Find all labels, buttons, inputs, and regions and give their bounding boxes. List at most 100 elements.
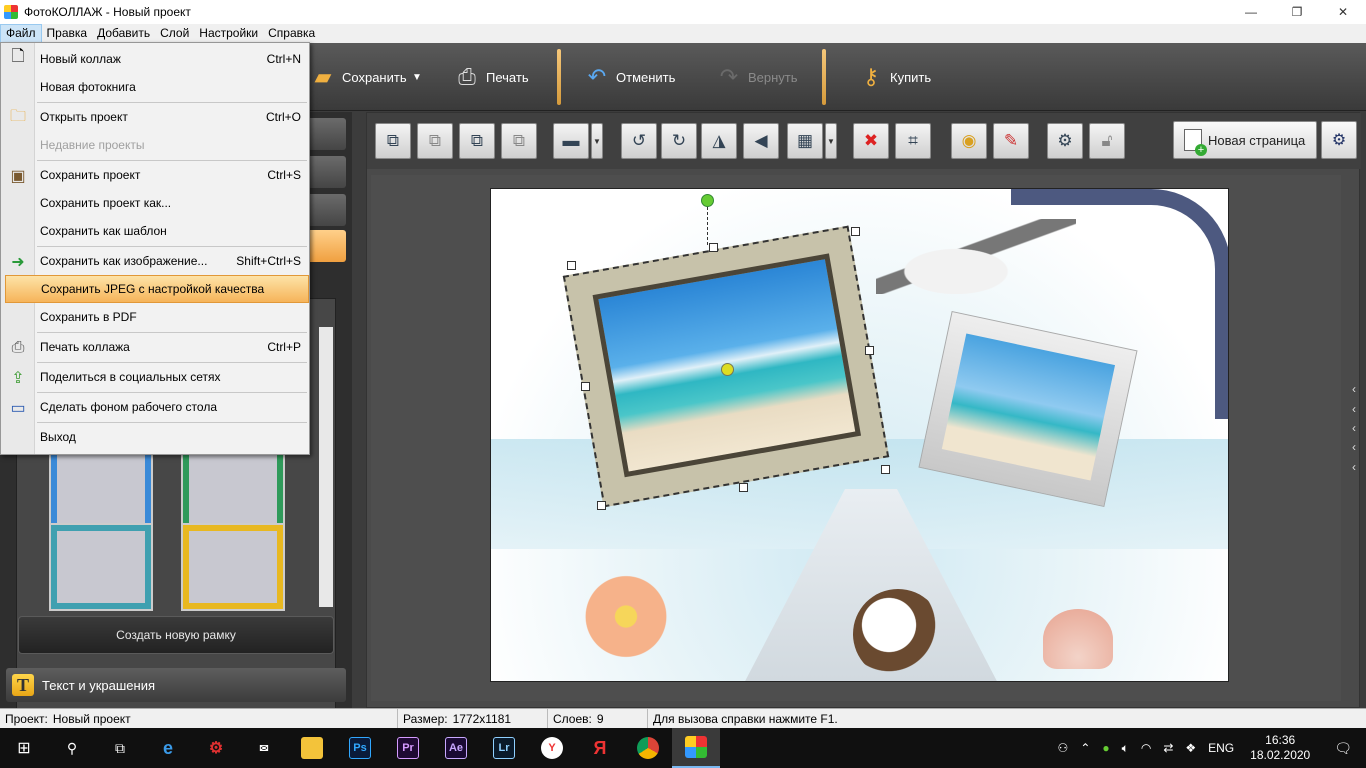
effects-button[interactable]: ◉ [951,123,987,159]
page-settings-button[interactable]: ⚙ [1321,121,1357,159]
menu-layer[interactable]: Слой [155,24,194,43]
chevron-up-icon[interactable]: ⌃ [1074,741,1096,755]
buy-button[interactable]: ⚷ Купить [856,57,931,97]
save-button[interactable]: ▰ Сохранить [308,57,407,97]
taskbar-app[interactable]: ⚙ [192,728,240,768]
maximize-button[interactable]: ❐ [1274,0,1320,24]
menu-add[interactable]: Добавить [92,24,155,43]
resize-handle[interactable] [881,465,890,474]
menu-item-save-as-image[interactable]: Сохранить как изображение... Shift+Ctrl+… [35,247,309,275]
menu-file[interactable]: Файл [0,24,42,43]
search-button[interactable]: ⚲ [48,728,96,768]
taskbar-aftereffects[interactable]: Ae [432,728,480,768]
delete-button[interactable]: ✖ [853,123,889,159]
collapse-arrow-icon[interactable]: ‹ [1352,382,1362,396]
redo-button[interactable]: ↷ Вернуть [714,57,798,97]
undo-button[interactable]: ↶ Отменить [582,57,676,97]
resize-handle[interactable] [597,501,606,510]
taskbar-photoshop[interactable]: Ps [336,728,384,768]
taskbar-fotocollage[interactable] [672,728,720,768]
send-to-back-button[interactable]: ⧉ [501,123,537,159]
dropbox-icon[interactable]: ❖ [1179,741,1202,755]
task-view-button[interactable]: ⧉ [96,728,144,768]
fit-button[interactable]: ▦ [787,123,823,159]
menu-item-open-project[interactable]: Открыть проект Ctrl+O [35,103,309,131]
taskbar-yandex[interactable]: Я [576,728,624,768]
menu-item-save-as-template[interactable]: Сохранить как шаблон [35,217,309,245]
frame-thumbnail[interactable] [49,523,153,611]
taskbar-chrome[interactable] [624,728,672,768]
taskbar-edge[interactable]: e [144,728,192,768]
menu-item-print-collage[interactable]: Печать коллажа Ctrl+P [35,333,309,361]
taskbar-yandex-browser[interactable]: Y [528,728,576,768]
network-icon[interactable]: ⇄ [1157,741,1179,755]
align-dropdown-button[interactable]: ▼ [591,123,603,159]
close-button[interactable]: ✕ [1320,0,1366,24]
volume-icon[interactable]: 🔈︎ [1116,741,1135,756]
frame-thumbnail[interactable] [181,523,285,611]
language-indicator[interactable]: ENG [1202,741,1240,755]
menu-item-save-pdf[interactable]: Сохранить в PDF [35,303,309,331]
crop-button[interactable]: ⌗ [895,123,931,159]
menu-item-new-photobook[interactable]: Новая фотокнига [35,73,309,101]
collapse-arrow-icon[interactable]: ‹ [1352,402,1362,416]
taskbar-lightroom[interactable]: Lr [480,728,528,768]
brush-button[interactable]: ✎ [993,123,1029,159]
collapse-arrow-icon[interactable]: ‹ [1352,440,1362,454]
taskbar-premiere[interactable]: Pr [384,728,432,768]
resize-handle[interactable] [567,261,576,270]
flip-vertical-button[interactable]: ◀ [743,123,779,159]
collapse-arrow-icon[interactable]: ‹ [1352,421,1362,435]
resize-handle[interactable] [739,483,748,492]
menu-edit[interactable]: Правка [42,24,93,43]
save-dropdown-button[interactable]: ▼ [412,57,422,97]
wifi-icon[interactable]: ◠ [1135,741,1157,755]
menu-item-new-collage[interactable]: Новый коллаж Ctrl+N [35,45,309,73]
coconut-decoration[interactable] [853,589,943,679]
menu-item-exit[interactable]: Выход [35,423,309,451]
rotate-right-button[interactable]: ↻ [661,123,697,159]
clock[interactable]: 16:36 18.02.2020 [1240,733,1320,763]
new-page-button[interactable]: Новая страница [1173,121,1317,159]
tray-app-icon[interactable]: ● [1096,741,1115,755]
resize-handle[interactable] [709,243,718,252]
text-decorations-tab[interactable]: T Текст и украшения [6,668,346,702]
collapse-arrow-icon[interactable]: ‹ [1352,460,1362,474]
collage-canvas[interactable] [490,188,1229,682]
start-button[interactable]: ⊞ [0,728,48,768]
flip-horizontal-button[interactable]: ◮ [701,123,737,159]
resize-handle[interactable] [581,382,590,391]
properties-button[interactable]: ⚙ [1047,123,1083,159]
people-icon[interactable]: ⚇ [1052,741,1075,755]
shell-decoration[interactable] [1043,609,1113,669]
print-button[interactable]: ⎙ Печать [452,57,528,97]
rotate-left-button[interactable]: ↺ [621,123,657,159]
menu-item-set-wallpaper[interactable]: Сделать фоном рабочего стола [35,393,309,421]
resize-handle[interactable] [851,227,860,236]
taskbar-explorer[interactable] [288,728,336,768]
fit-dropdown-button[interactable]: ▼ [825,123,837,159]
menu-item-recent-projects[interactable]: Недавние проекты [35,131,309,159]
flower-decoration[interactable] [551,569,701,664]
frames-scrollbar[interactable] [319,327,333,607]
menu-item-share-social[interactable]: Поделиться в социальных сетях [35,363,309,391]
create-frame-button[interactable]: Создать новую рамку [18,616,334,654]
seagull-decoration[interactable] [876,219,1076,294]
pivot-handle[interactable] [721,363,734,376]
menu-settings[interactable]: Настройки [194,24,263,43]
title-bar: ФотоКОЛЛАЖ - Новый проект — ❐ ✕ [0,0,1366,24]
rotation-handle[interactable] [701,194,714,207]
lock-button[interactable]: 🔓︎ [1089,123,1125,159]
menu-item-save-project-as[interactable]: Сохранить проект как... [35,189,309,217]
bring-to-front-button[interactable]: ⧉ [375,123,411,159]
menu-help[interactable]: Справка [263,24,320,43]
minimize-button[interactable]: — [1228,0,1274,24]
taskbar-mail[interactable]: ✉ [240,728,288,768]
resize-handle[interactable] [865,346,874,355]
menu-item-save-jpeg-quality[interactable]: Сохранить JPEG с настройкой качества [5,275,309,303]
notifications-icon[interactable]: 🗨︎ [1320,740,1366,757]
align-button[interactable]: ▬ [553,123,589,159]
menu-item-save-project[interactable]: Сохранить проект Ctrl+S [35,161,309,189]
send-backward-button[interactable]: ⧉ [459,123,495,159]
bring-forward-button[interactable]: ⧉ [417,123,453,159]
